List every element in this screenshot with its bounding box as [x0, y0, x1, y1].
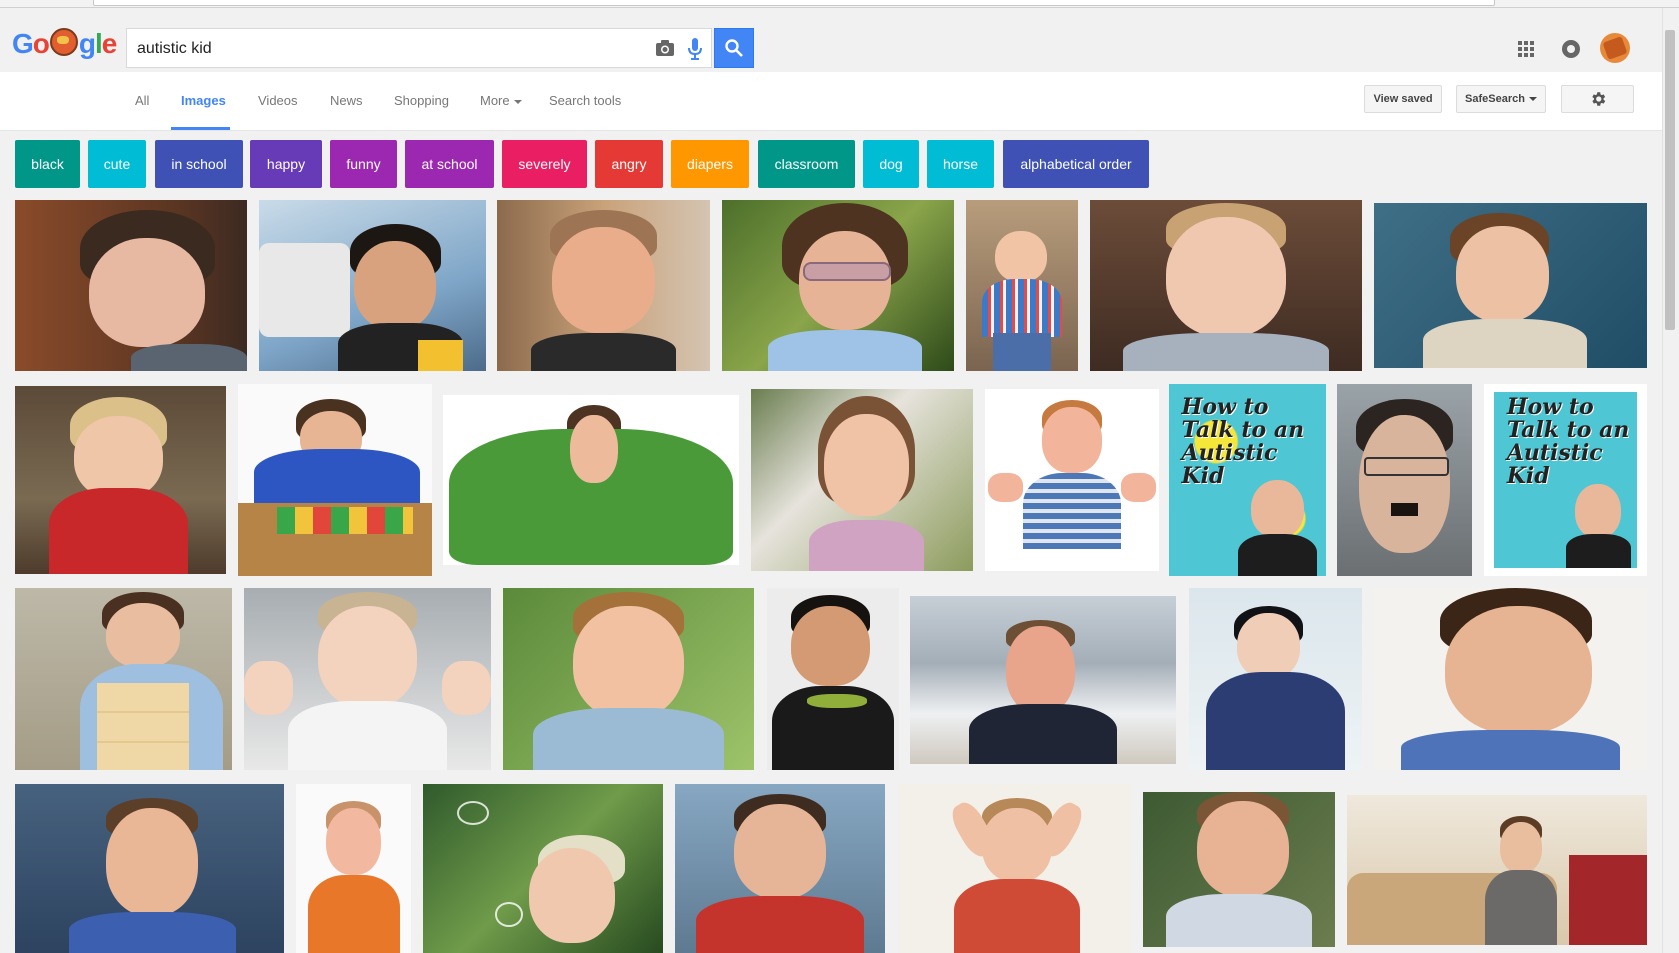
- chip-angry[interactable]: angry: [595, 140, 663, 188]
- image-result[interactable]: [910, 596, 1176, 764]
- book-title: How to Talk to an Autistic Kid: [1181, 393, 1305, 489]
- browser-chrome-strip: [0, 0, 1679, 8]
- tab-more[interactable]: More: [480, 93, 522, 108]
- image-result[interactable]: [15, 784, 284, 953]
- image-result[interactable]: [722, 200, 954, 371]
- image-result[interactable]: [15, 386, 226, 574]
- image-result[interactable]: [15, 200, 247, 371]
- chip-cute[interactable]: cute: [88, 140, 146, 188]
- search-icon: [725, 39, 743, 57]
- search-button[interactable]: [714, 28, 754, 68]
- image-result[interactable]: [767, 588, 899, 770]
- chip-alphabetical-order[interactable]: alphabetical order: [1003, 140, 1149, 188]
- search-tools-link[interactable]: Search tools: [549, 93, 621, 108]
- book-cover-result[interactable]: How to Talk to an Autistic Kid: [1484, 384, 1647, 576]
- gear-icon: [1591, 92, 1605, 106]
- image-result[interactable]: [497, 200, 710, 371]
- image-result[interactable]: [503, 588, 754, 770]
- image-result[interactable]: [423, 784, 663, 953]
- image-result[interactable]: [966, 200, 1078, 371]
- doodle-icon: [49, 28, 78, 56]
- safesearch-label: SafeSearch: [1465, 93, 1525, 105]
- search-input[interactable]: [135, 29, 639, 69]
- browser-address-bar[interactable]: [93, 0, 1495, 6]
- microphone-icon[interactable]: [688, 38, 702, 65]
- image-result[interactable]: [1090, 200, 1362, 371]
- safesearch-button[interactable]: SafeSearch: [1456, 85, 1546, 113]
- chevron-down-icon: [513, 99, 522, 104]
- header: Go gle: [0, 8, 1662, 72]
- image-result[interactable]: [1374, 588, 1647, 770]
- image-result[interactable]: [15, 588, 232, 770]
- chip-horse[interactable]: horse: [927, 140, 994, 188]
- active-tab-indicator: [171, 127, 230, 130]
- chip-at-school[interactable]: at school: [405, 140, 494, 188]
- image-result[interactable]: [244, 588, 491, 770]
- view-saved-button[interactable]: View saved: [1364, 85, 1442, 113]
- book-cover-result[interactable]: How to Talk to an Autistic Kid: [1169, 384, 1326, 576]
- chip-severely[interactable]: severely: [502, 140, 587, 188]
- image-result[interactable]: [1337, 384, 1472, 576]
- image-result[interactable]: [898, 784, 1131, 953]
- tab-shopping[interactable]: Shopping: [394, 93, 449, 108]
- image-result[interactable]: [751, 389, 973, 571]
- image-result[interactable]: [985, 389, 1159, 571]
- tab-more-label: More: [480, 93, 510, 108]
- chip-happy[interactable]: happy: [250, 140, 322, 188]
- image-result[interactable]: [675, 784, 885, 953]
- tab-news[interactable]: News: [330, 93, 363, 108]
- image-result[interactable]: [1189, 588, 1362, 770]
- tab-all[interactable]: All: [135, 93, 149, 108]
- image-result[interactable]: [1143, 792, 1335, 947]
- image-result[interactable]: [296, 784, 411, 953]
- book-title: How to Talk to an Autistic Kid: [1506, 393, 1630, 489]
- scrollbar-thumb[interactable]: [1665, 30, 1675, 330]
- chip-in-school[interactable]: in school: [155, 140, 243, 188]
- avatar[interactable]: [1600, 33, 1630, 63]
- image-result[interactable]: [259, 200, 486, 371]
- google-logo[interactable]: Go gle: [12, 28, 117, 58]
- chip-dog[interactable]: dog: [863, 140, 919, 188]
- chip-diapers[interactable]: diapers: [671, 140, 749, 188]
- chip-black[interactable]: black: [15, 140, 80, 188]
- tab-videos[interactable]: Videos: [258, 93, 298, 108]
- apps-grid-icon[interactable]: [1518, 41, 1534, 62]
- camera-icon[interactable]: [655, 39, 675, 62]
- search-box: [126, 28, 712, 69]
- image-result[interactable]: [1374, 203, 1647, 368]
- image-result[interactable]: [238, 384, 432, 576]
- chip-funny[interactable]: funny: [330, 140, 397, 188]
- tab-images[interactable]: Images: [181, 93, 226, 108]
- chip-classroom[interactable]: classroom: [758, 140, 855, 188]
- chevron-down-icon: [1528, 97, 1537, 101]
- image-result[interactable]: [443, 395, 739, 565]
- notifications-icon[interactable]: [1561, 39, 1581, 64]
- image-result[interactable]: [1347, 795, 1647, 945]
- settings-button[interactable]: [1561, 85, 1634, 113]
